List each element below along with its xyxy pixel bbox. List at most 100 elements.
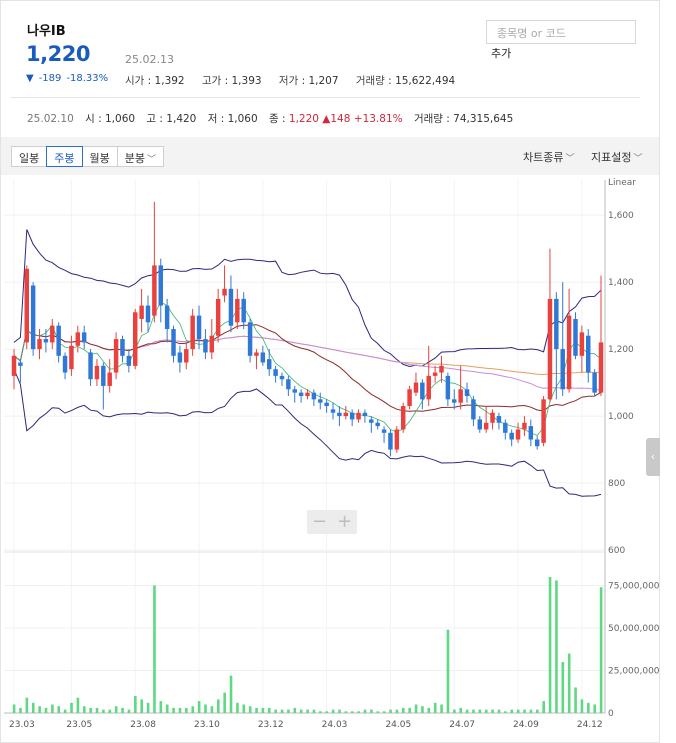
daily-open-label: 시 xyxy=(85,113,95,125)
price-tick-label: 1,400 xyxy=(608,278,634,288)
candle-body xyxy=(375,422,380,427)
volume-bar xyxy=(414,704,418,713)
volume-bar xyxy=(38,706,41,713)
candle-body xyxy=(528,426,534,440)
volume-bar xyxy=(427,707,431,713)
price-tick-label: 1,000 xyxy=(608,412,634,422)
volume-bar xyxy=(57,706,61,713)
volume-bar xyxy=(382,711,386,713)
candle-body xyxy=(496,416,502,423)
price-tick-label: 1,200 xyxy=(608,345,634,355)
price-chart[interactable]: Linear 600 800 1,000 1,200 1,400 1,600 0 25,000,… xyxy=(0,175,660,743)
volume-tick-label: 25,000,000 xyxy=(608,667,660,677)
candle-body xyxy=(88,352,93,380)
volume-bar xyxy=(95,707,99,713)
volume-bar xyxy=(299,709,303,713)
candle-body xyxy=(254,352,259,356)
volume-bar xyxy=(255,707,258,713)
daily-high: 1,420 xyxy=(166,113,197,125)
candle-body xyxy=(343,412,349,417)
volume-bar xyxy=(44,707,48,713)
current-price: 1,220 xyxy=(26,42,90,66)
candle-body xyxy=(330,409,336,413)
volume-bar xyxy=(153,585,156,713)
volume-bar xyxy=(146,702,150,713)
high-label: 고가 xyxy=(201,75,222,87)
volume-bar xyxy=(542,701,545,713)
candle-body xyxy=(94,365,100,380)
candle-body xyxy=(394,429,400,450)
volume-tick-label: 50,000,000 xyxy=(608,624,660,634)
volume-bar xyxy=(287,709,290,713)
candle-body xyxy=(222,288,227,296)
tab-monthly[interactable]: 월봉 xyxy=(81,146,118,167)
candle-body xyxy=(522,422,527,430)
high-value: 1,393 xyxy=(231,75,262,87)
volume-bar xyxy=(210,706,214,713)
candle-body xyxy=(164,305,170,330)
search-input[interactable]: 종목명 or 코드 xyxy=(486,20,636,44)
candle-body xyxy=(337,412,342,417)
volume-value: 15,622,494 xyxy=(395,75,456,87)
candle-body xyxy=(37,339,42,350)
volume-bar xyxy=(402,707,405,713)
candle-body xyxy=(158,265,163,306)
volume-bar xyxy=(389,709,392,713)
volume-bar xyxy=(127,709,131,713)
volume-bar xyxy=(63,709,67,713)
tab-minute[interactable]: 분봉 ﹀ xyxy=(116,146,165,167)
x-tick-label: 24.03 xyxy=(322,720,348,730)
zoom-control: − + xyxy=(307,510,357,534)
zoom-out-button[interactable]: − xyxy=(307,510,332,534)
volume-bar xyxy=(357,711,360,713)
candle-body xyxy=(30,285,36,350)
candle-body xyxy=(50,325,55,343)
volume-bar xyxy=(561,662,565,713)
candle-body xyxy=(177,352,183,363)
volume-bar xyxy=(114,706,118,713)
side-panel-toggle[interactable]: ‹ xyxy=(646,438,660,476)
indicator-settings-dropdown[interactable]: 지표설정 ﹀ xyxy=(591,149,643,165)
volume-bar xyxy=(548,577,552,713)
open-label: 시가 xyxy=(125,75,145,87)
candle-body xyxy=(203,339,208,353)
volume-bar xyxy=(102,709,105,713)
volume-bar xyxy=(325,711,329,713)
candle-body xyxy=(171,329,176,356)
candle-body xyxy=(152,265,157,316)
candle-body xyxy=(547,298,553,400)
candle-body xyxy=(515,429,521,440)
candle-body xyxy=(483,422,489,430)
candle-body xyxy=(56,325,61,356)
candle-body xyxy=(228,288,234,326)
chart-type-dropdown[interactable]: 차트종류 ﹀ xyxy=(523,149,575,165)
candle-body xyxy=(362,412,368,417)
volume-bar xyxy=(172,707,175,713)
add-button[interactable]: 추가 xyxy=(488,45,515,61)
candle-body xyxy=(298,392,304,396)
tab-daily[interactable]: 일봉 xyxy=(11,146,48,167)
candle-body xyxy=(107,372,112,386)
candle-body xyxy=(273,369,278,376)
volume-bar xyxy=(484,709,488,713)
chart-type-label: 차트종류 xyxy=(523,151,564,164)
volume-bar xyxy=(236,702,239,713)
daily-volume: 74,315,645 xyxy=(453,113,514,125)
candle-body xyxy=(369,419,374,423)
x-tick-label: 23.08 xyxy=(130,720,156,730)
candle-body xyxy=(241,298,246,323)
volume-bar xyxy=(580,699,584,713)
candle-body xyxy=(349,412,355,420)
x-tick-label: 23.12 xyxy=(258,720,284,730)
candle-body xyxy=(586,335,591,373)
volume-bar xyxy=(274,709,277,713)
volume-bar xyxy=(433,702,437,713)
zoom-in-button[interactable]: + xyxy=(332,510,357,534)
volume-bar xyxy=(440,704,443,713)
tab-weekly[interactable]: 주봉 xyxy=(46,146,83,167)
volume-bar xyxy=(223,692,226,713)
candle-body xyxy=(318,399,323,403)
volume-bar xyxy=(165,704,169,713)
candle-body xyxy=(120,339,125,356)
candle-body xyxy=(132,312,138,366)
